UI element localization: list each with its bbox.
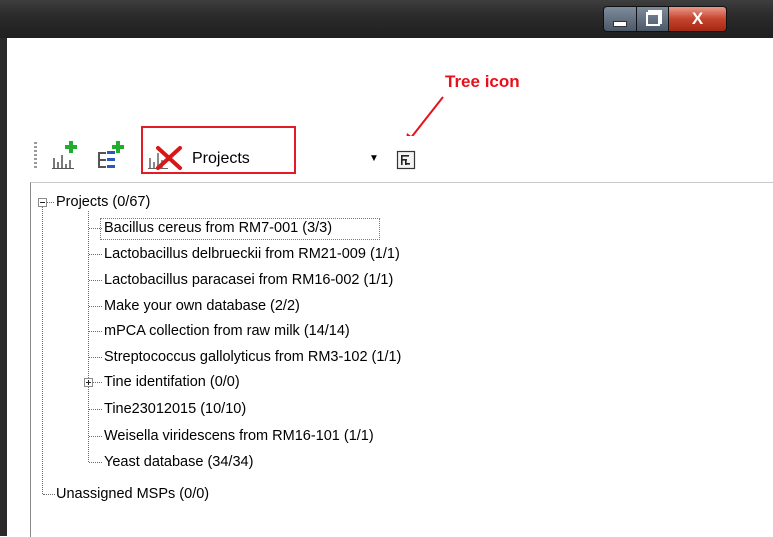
tree-connector bbox=[47, 202, 54, 203]
add-tree-icon[interactable] bbox=[94, 140, 128, 170]
tree-node-project[interactable]: Yeast database (34/34) bbox=[104, 453, 253, 471]
tree-connector bbox=[43, 494, 55, 495]
tree-connector bbox=[42, 207, 43, 494]
collapse-root-icon[interactable] bbox=[38, 198, 47, 207]
tree-node-project[interactable]: mPCA collection from raw milk (14/14) bbox=[104, 322, 350, 340]
tree-connector bbox=[88, 211, 89, 462]
tree-connector bbox=[89, 409, 102, 410]
tree-connector bbox=[89, 280, 102, 281]
add-spectrum-icon[interactable] bbox=[50, 140, 80, 170]
tree-connector bbox=[89, 357, 102, 358]
tree-node-project[interactable]: Streptococcus gallolyticus from RM3-102 … bbox=[104, 348, 401, 366]
tree-connector bbox=[89, 254, 102, 255]
tree-node-project[interactable]: Tine identifation (0/0) bbox=[104, 373, 240, 391]
tree-node-project[interactable]: Make your own database (2/2) bbox=[104, 297, 300, 315]
tree-connector bbox=[89, 228, 102, 229]
tree-icon[interactable] bbox=[396, 150, 416, 170]
tree-connector bbox=[89, 436, 102, 437]
tree-node-project[interactable]: Weisella viridescens from RM16-101 (1/1) bbox=[104, 427, 374, 445]
tree-node-root[interactable]: Projects (0/67) bbox=[56, 193, 150, 211]
tree-connector bbox=[89, 462, 102, 463]
tree-node-project[interactable]: Bacillus cereus from RM7-001 (3/3) bbox=[104, 219, 332, 237]
annotation-highlight-box bbox=[141, 126, 296, 174]
expand-node-icon[interactable] bbox=[84, 378, 93, 387]
dropdown-arrow-icon[interactable]: ▼ bbox=[369, 153, 379, 164]
tree-node-project[interactable]: Lactobacillus delbrueckii from RM21-009 … bbox=[104, 245, 400, 263]
toolbar-grip[interactable] bbox=[34, 142, 37, 170]
tree-connector bbox=[89, 331, 102, 332]
tree-connector bbox=[93, 382, 102, 383]
tree-connector bbox=[89, 306, 102, 307]
tree-node-unassigned[interactable]: Unassigned MSPs (0/0) bbox=[56, 485, 209, 503]
tree-node-project[interactable]: Lactobacillus paracasei from RM16-002 (1… bbox=[104, 271, 393, 289]
tree-node-project[interactable]: Tine23012015 (10/10) bbox=[104, 400, 246, 418]
